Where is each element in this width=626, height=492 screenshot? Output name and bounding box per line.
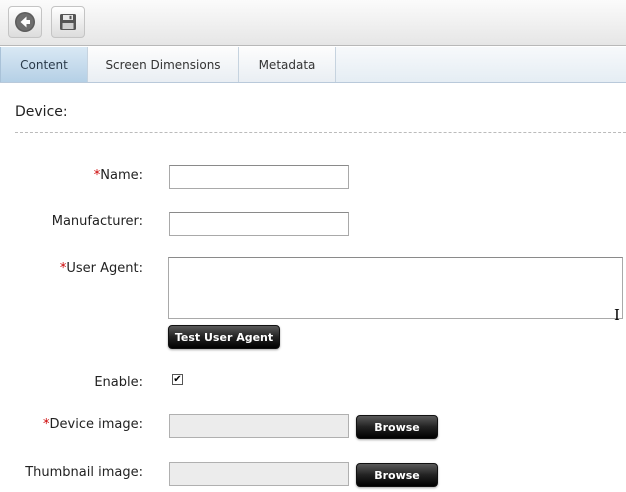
name-field[interactable] <box>169 165 349 189</box>
tab-label: Screen Dimensions <box>105 57 221 72</box>
text-cursor-icon: I <box>614 306 620 324</box>
section-title: Device: <box>15 104 68 120</box>
tab-content[interactable]: Content <box>0 47 88 82</box>
user-agent-label: *User Agent: <box>59 261 143 276</box>
section-divider <box>15 132 626 133</box>
tab-label: Metadata <box>258 57 316 72</box>
toolbar <box>0 0 626 46</box>
device-image-path-field[interactable] <box>169 414 349 438</box>
manufacturer-label: Manufacturer: <box>51 214 143 229</box>
device-image-browse-button[interactable]: Browse <box>356 415 438 439</box>
tab-label: Content <box>20 57 68 72</box>
save-button[interactable] <box>51 6 85 38</box>
name-label: *Name: <box>93 168 143 183</box>
test-user-agent-button[interactable]: Test User Agent <box>168 325 280 349</box>
device-image-label: *Device image: <box>43 417 143 432</box>
thumbnail-image-path-field[interactable] <box>169 462 349 486</box>
checkmark-icon: ✔ <box>173 373 182 385</box>
tab-screen-dimensions[interactable]: Screen Dimensions <box>88 47 239 82</box>
floppy-disk-icon <box>60 14 76 30</box>
enable-label: Enable: <box>94 375 143 390</box>
back-button[interactable] <box>8 6 42 38</box>
back-arrow-icon <box>15 12 35 32</box>
tab-metadata[interactable]: Metadata <box>239 47 336 82</box>
manufacturer-field[interactable] <box>169 212 349 236</box>
user-agent-textarea[interactable] <box>168 257 623 319</box>
tab-bar: Content Screen Dimensions Metadata <box>0 47 626 83</box>
thumbnail-image-browse-button[interactable]: Browse <box>356 463 438 487</box>
thumbnail-image-label: Thumbnail image: <box>25 465 143 480</box>
enable-checkbox[interactable]: ✔ <box>172 374 183 385</box>
